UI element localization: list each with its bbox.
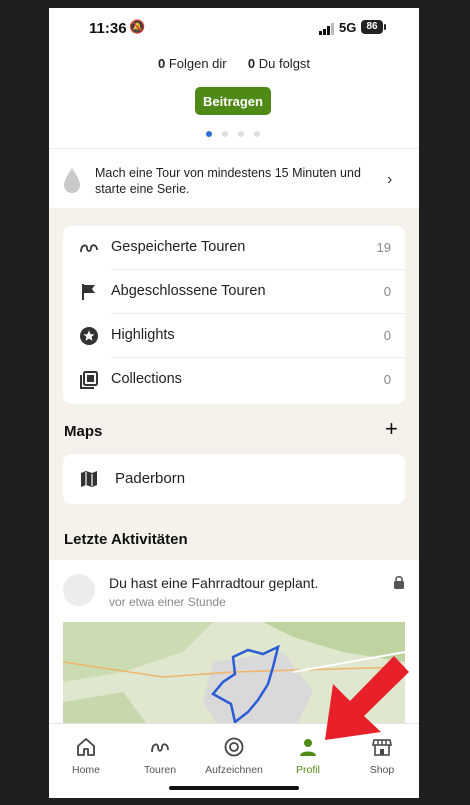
pager-dot [222, 131, 228, 137]
bell-muted-icon: 🔕 [129, 19, 146, 34]
add-map-icon[interactable]: + [385, 418, 398, 440]
chevron-right-icon: › [387, 171, 393, 188]
battery-tip [384, 24, 386, 30]
pager-dot [254, 131, 260, 137]
tab-home[interactable]: Home [49, 724, 123, 784]
home-icon [77, 738, 95, 756]
home-indicator [169, 786, 299, 790]
activity-title: Du hast eine Fahrradtour geplant. [109, 575, 319, 591]
network-type: 5G [339, 20, 357, 35]
tab-label: Touren [143, 764, 177, 776]
list-item-count: 0 [383, 284, 391, 299]
battery-icon: 86 [361, 20, 383, 34]
list-item-count: 0 [383, 372, 391, 387]
list-item-count: 0 [383, 328, 391, 343]
lock-icon [394, 575, 404, 589]
list-item-label: Abgeschlossene Touren [111, 283, 266, 299]
following-label[interactable]: Du folgst [259, 56, 310, 71]
status-bar: 11:36 🔕 5G 86 [49, 8, 419, 48]
activity-time: vor etwa einer Stunde [109, 595, 226, 609]
pager-dots[interactable] [206, 131, 266, 139]
record-icon [224, 737, 244, 757]
collections-card: Gespeicherte Touren 19 Abgeschlossene To… [63, 226, 405, 404]
streak-text: Mach eine Tour von mindestens 15 Minuten… [95, 166, 361, 196]
tab-label: Home [71, 764, 100, 776]
followers-count: 0 [157, 56, 166, 71]
flag-icon [82, 284, 95, 300]
activities-title: Letzte Aktivitäten [64, 531, 188, 548]
collection-icon [80, 371, 98, 389]
map-item-label: Paderborn [115, 470, 186, 487]
route-icon [80, 244, 98, 253]
list-item-collections[interactable]: Collections 0 [63, 358, 405, 402]
list-item-completed-tours[interactable]: Abgeschlossene Touren 0 [63, 270, 405, 314]
streak-banner[interactable]: Mach eine Tour von mindestens 15 Minuten… [49, 156, 419, 208]
maps-title: Maps [64, 423, 103, 440]
tab-label: Profil [296, 764, 320, 776]
tab-aufzeichnen[interactable]: Aufzeichnen [197, 724, 271, 784]
list-item-count: 19 [376, 240, 391, 255]
person-icon [300, 739, 316, 756]
status-time: 11:36 [89, 20, 127, 37]
pager-dot-active [206, 131, 212, 137]
star-badge-icon [80, 327, 98, 345]
list-item-highlights[interactable]: Highlights 0 [63, 314, 405, 358]
map-item-paderborn[interactable]: Paderborn [63, 454, 405, 504]
drop-icon [64, 168, 80, 193]
tab-label: Shop [369, 764, 395, 776]
route-icon [151, 743, 169, 753]
pager-dot [238, 131, 244, 137]
list-item-label: Collections [111, 371, 182, 387]
red-arrow-annotation [325, 656, 409, 740]
tab-label: Aufzeichnen [205, 764, 263, 776]
tab-touren[interactable]: Touren [123, 724, 197, 784]
follow-stats: 0 Folgen dir 0 Du folgst [49, 56, 419, 71]
phone-screen: 11:36 🔕 5G 86 0 Folgen dir 0 Du folgst B… [49, 8, 419, 798]
signal-icon [319, 23, 334, 35]
list-item-label: Highlights [111, 327, 175, 343]
list-item-label: Gespeicherte Touren [111, 239, 246, 255]
followers-label[interactable]: Folgen dir [169, 56, 227, 71]
contribute-button[interactable]: Beitragen [195, 87, 271, 115]
list-item-saved-tours[interactable]: Gespeicherte Touren 19 [63, 226, 405, 270]
map-icon [81, 471, 97, 487]
avatar[interactable] [63, 574, 95, 606]
following-count: 0 [247, 56, 256, 71]
